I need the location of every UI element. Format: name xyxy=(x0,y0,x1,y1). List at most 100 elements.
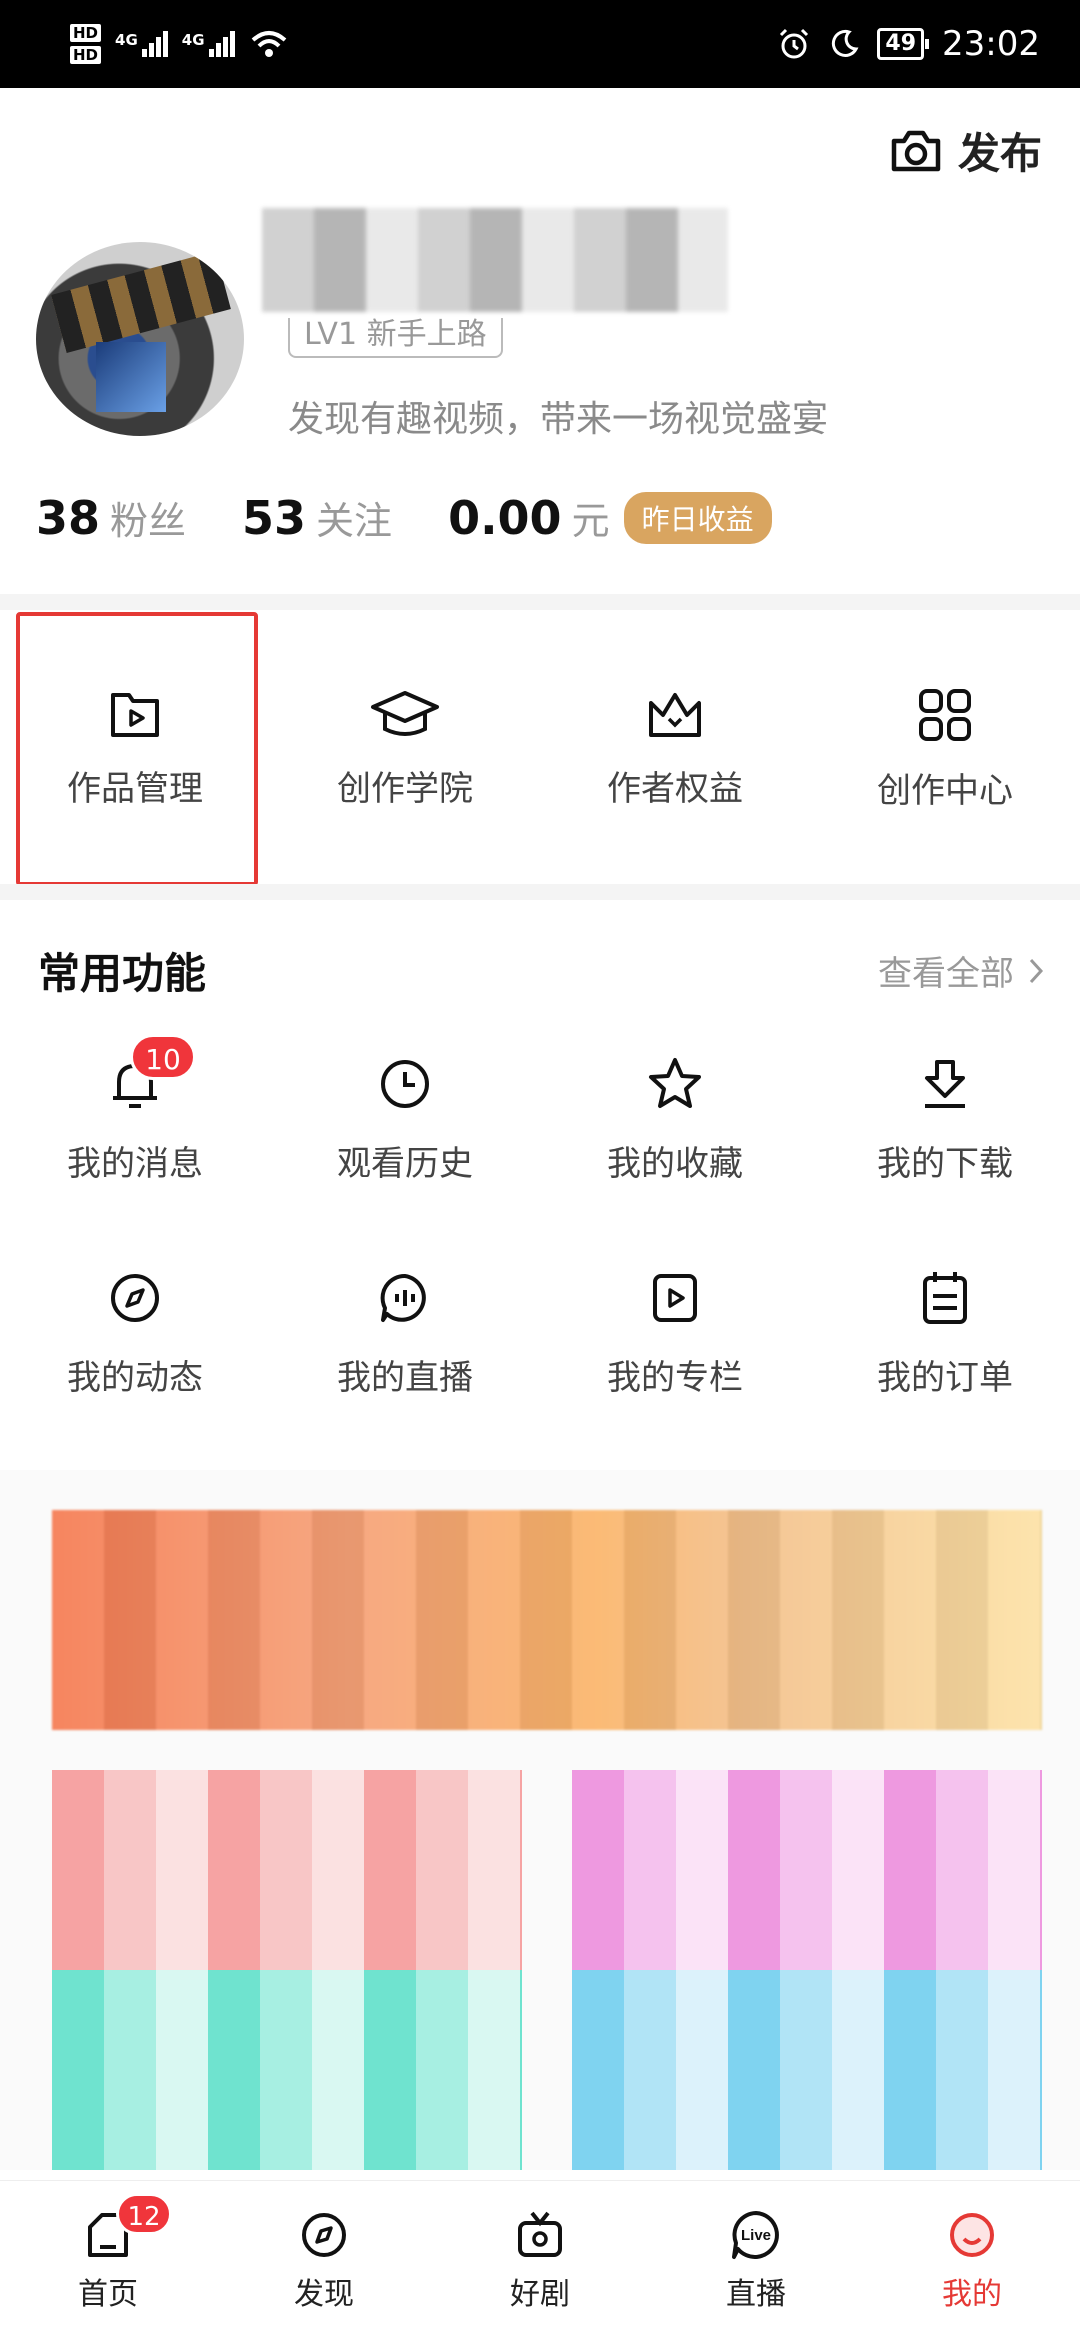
function-label: 我的直播 xyxy=(337,1358,473,1398)
creator-label: 创作中心 xyxy=(877,770,1013,811)
hd-indicators: HD HD xyxy=(70,24,102,64)
signal-1-icon: 4G xyxy=(115,31,168,57)
chevron-right-icon xyxy=(1029,958,1044,983)
home-badge: 12 xyxy=(116,2193,172,2235)
crown-icon xyxy=(649,692,701,737)
function-label: 我的订单 xyxy=(877,1358,1013,1398)
function-label: 我的收藏 xyxy=(607,1144,743,1184)
username-blurred[interactable] xyxy=(262,208,728,312)
see-all-link[interactable]: 查看全部 xyxy=(878,946,1044,995)
camera-icon xyxy=(891,130,941,171)
fans-label: 粉丝 xyxy=(110,499,187,543)
nav-home[interactable]: 12 首页 xyxy=(0,2181,216,2340)
earnings-stat[interactable]: 0.00 元 xyxy=(448,490,610,545)
divider xyxy=(0,594,1080,610)
graduation-cap-icon xyxy=(371,690,439,736)
divider xyxy=(0,884,1080,900)
profile-icon xyxy=(950,2212,994,2257)
follow-stat[interactable]: 53 关注 xyxy=(242,490,392,545)
alarm-icon xyxy=(780,28,809,59)
nav-label: 直播 xyxy=(726,2276,786,2312)
my-feed-button[interactable]: 我的动态 xyxy=(0,1244,270,1458)
network-type-2: 4G xyxy=(181,31,205,49)
avatar[interactable] xyxy=(36,242,244,436)
tv-icon xyxy=(518,2211,562,2257)
profile-bio: 发现有趣视频，带来一场视觉盛宴 xyxy=(288,399,829,440)
promo-tile-blurred[interactable] xyxy=(572,1770,1042,1970)
clock-icon xyxy=(381,1060,429,1108)
works-management-button[interactable]: 作品管理 xyxy=(0,612,270,886)
function-label: 我的动态 xyxy=(67,1358,203,1398)
clock-time: 23:02 xyxy=(942,24,1040,64)
wifi-icon xyxy=(251,31,286,57)
nav-drama[interactable]: 好剧 xyxy=(432,2181,648,2340)
live-icon: Live xyxy=(732,2210,779,2259)
earnings-badge[interactable]: 昨日收益 xyxy=(623,491,772,544)
my-column-button[interactable]: 我的专栏 xyxy=(540,1244,810,1458)
message-count-badge: 10 xyxy=(130,1034,196,1080)
bottom-navigation: 12 首页 发现 好剧 Live 直播 我的 xyxy=(0,2180,1080,2340)
signal-2-icon: 4G xyxy=(182,31,235,57)
creator-center-button[interactable]: 创作中心 xyxy=(810,612,1080,884)
my-live-button[interactable]: 我的直播 xyxy=(270,1244,540,1458)
network-type-1: 4G xyxy=(115,31,138,49)
fans-stat[interactable]: 38 粉丝 xyxy=(36,490,186,545)
compass-icon xyxy=(302,2212,346,2257)
live-icon-text: Live xyxy=(741,2227,771,2244)
earnings-amount: 0.00 xyxy=(448,491,562,545)
function-label: 我的消息 xyxy=(67,1144,203,1184)
creator-label: 创作学院 xyxy=(337,768,473,809)
creator-academy-button[interactable]: 创作学院 xyxy=(270,612,540,884)
function-label: 我的下载 xyxy=(877,1144,1013,1184)
video-folder-icon xyxy=(111,692,159,737)
author-rights-button[interactable]: 作者权益 xyxy=(540,612,810,884)
stats-row: 38 粉丝 53 关注 0.00 元 昨日收益 xyxy=(36,490,772,545)
section-title: 常用功能 xyxy=(38,949,207,998)
fans-count: 38 xyxy=(36,491,101,545)
see-all-label: 查看全部 xyxy=(878,954,1014,994)
level-badge[interactable]: LV1 新手上路 xyxy=(288,318,503,358)
watch-history-button[interactable]: 观看历史 xyxy=(270,1030,540,1244)
my-downloads-button[interactable]: 我的下载 xyxy=(810,1030,1080,1244)
nav-mine[interactable]: 我的 xyxy=(864,2181,1080,2340)
download-icon xyxy=(925,1060,965,1108)
hd-badge-2: HD xyxy=(70,46,102,64)
follow-label: 关注 xyxy=(316,499,393,543)
promo-banner-blurred[interactable] xyxy=(52,1510,1042,1730)
status-right: 49 23:02 xyxy=(777,20,1040,68)
moon-icon xyxy=(832,29,859,57)
publish-label: 发布 xyxy=(957,129,1042,178)
my-messages-button[interactable]: 10 我的消息 xyxy=(0,1030,270,1244)
hd-badge-1: HD xyxy=(70,24,102,42)
grid-icon xyxy=(919,688,971,741)
function-grid: 10 我的消息 观看历史 我的收藏 我的下载 我的动态 我的直播 我的专栏 我的… xyxy=(0,1030,1080,1458)
nav-label: 我的 xyxy=(942,2276,1002,2312)
order-icon xyxy=(923,1272,967,1324)
live-audio-icon xyxy=(380,1273,426,1322)
creator-tools: 作品管理 创作学院 作者权益 创作中心 xyxy=(0,612,1080,886)
my-favorites-button[interactable]: 我的收藏 xyxy=(540,1030,810,1244)
creator-label: 作品管理 xyxy=(67,768,203,809)
status-left: HD HD 4G 4G xyxy=(70,16,289,72)
earnings-unit: 元 xyxy=(571,499,610,543)
star-icon xyxy=(649,1058,701,1108)
publish-button[interactable]: 发布 xyxy=(888,120,1042,181)
nav-discover[interactable]: 发现 xyxy=(216,2181,432,2340)
function-label: 观看历史 xyxy=(337,1144,473,1184)
nav-live[interactable]: Live 直播 xyxy=(648,2181,864,2340)
nav-label: 首页 xyxy=(78,2276,138,2312)
nav-label: 好剧 xyxy=(510,2276,570,2312)
creator-label: 作者权益 xyxy=(607,768,743,809)
battery-level: 49 xyxy=(877,28,929,60)
compass-icon xyxy=(111,1274,159,1322)
promo-tile-blurred[interactable] xyxy=(52,1770,522,1970)
nav-label: 发现 xyxy=(294,2276,354,2312)
promo-banner-area[interactable] xyxy=(0,1470,1080,2170)
my-orders-button[interactable]: 我的订单 xyxy=(810,1244,1080,1458)
status-bar: HD HD 4G 4G 49 23:02 xyxy=(0,0,1080,88)
promo-tile-blurred[interactable] xyxy=(572,1970,1042,2170)
function-label: 我的专栏 xyxy=(607,1358,743,1398)
promo-tile-blurred[interactable] xyxy=(52,1970,522,2170)
play-box-icon xyxy=(653,1274,697,1322)
follow-count: 53 xyxy=(242,491,307,545)
